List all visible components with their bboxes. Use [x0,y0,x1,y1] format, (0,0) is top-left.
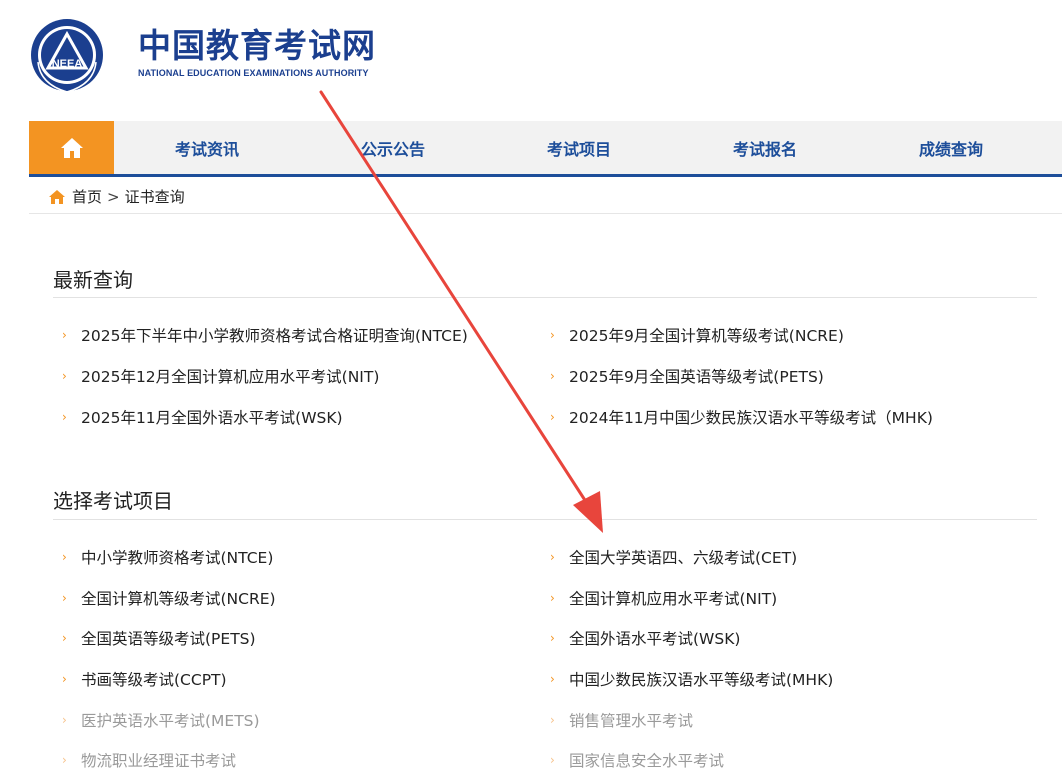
nav-home-button[interactable] [29,121,114,174]
latest-link-nit[interactable]: › 2025年12月全国计算机应用水平考试(NIT) [62,365,379,387]
chevron-right-icon: › [550,713,555,727]
select-section-divider [53,519,1037,520]
breadcrumb-divider [29,213,1062,214]
nav-item-exam-projects[interactable]: 考试项目 [486,121,672,174]
latest-section-divider [53,297,1037,298]
exam-link-ccpt[interactable]: › 书画等级考试(CCPT) [62,668,227,690]
chevron-right-icon: › [62,591,67,605]
nav-item-score-query[interactable]: 成绩查询 [858,121,1044,174]
home-icon [60,137,83,158]
exam-link-logistics-manager[interactable]: › 物流职业经理证书考试 [62,749,236,771]
latest-link-ncre[interactable]: › 2025年9月全国计算机等级考试(NCRE) [550,324,844,346]
exam-link-wsk[interactable]: › 全国外语水平考试(WSK) [550,627,740,649]
nav-item-registration[interactable]: 考试报名 [672,121,858,174]
chevron-right-icon: › [62,550,67,564]
nav-item-announcements[interactable]: 公示公告 [300,121,486,174]
latest-link-wsk[interactable]: › 2025年11月全国外语水平考试(WSK) [62,406,343,428]
chevron-right-icon: › [550,328,555,342]
chevron-right-icon: › [550,631,555,645]
breadcrumb-home-icon [49,189,65,204]
chevron-right-icon: › [62,631,67,645]
chevron-right-icon: › [550,753,555,767]
exam-link-pets[interactable]: › 全国英语等级考试(PETS) [62,627,256,649]
chevron-right-icon: › [62,410,67,424]
chevron-right-icon: › [62,369,67,383]
exam-link-cet[interactable]: › 全国大学英语四、六级考试(CET) [550,546,797,568]
select-section-title: 选择考试项目 [53,489,173,513]
chevron-right-icon: › [550,550,555,564]
breadcrumb-separator: > [107,187,120,206]
site-header: NEEA 中国教育考试网 NATIONAL EDUCATION EXAMINAT… [0,0,1062,118]
chevron-right-icon: › [62,328,67,342]
chevron-right-icon: › [550,591,555,605]
chevron-right-icon: › [62,753,67,767]
exam-link-ncre[interactable]: › 全国计算机等级考试(NCRE) [62,587,276,609]
latest-link-mhk[interactable]: › 2024年11月中国少数民族汉语水平等级考试（MHK) [550,406,933,428]
nav-item-news[interactable]: 考试资讯 [114,121,300,174]
exam-link-ntce[interactable]: › 中小学教师资格考试(NTCE) [62,546,273,568]
site-logo-title[interactable]: 中国教育考试网 [138,26,376,66]
site-logo-subtitle: NATIONAL EDUCATION EXAMINATIONS AUTHORIT… [138,68,369,78]
latest-section-title: 最新查询 [53,268,133,292]
exam-link-mets[interactable]: › 医护英语水平考试(METS) [62,709,260,731]
chevron-right-icon: › [550,410,555,424]
emblem-text: NEEA [52,58,83,70]
exam-link-mhk[interactable]: › 中国少数民族汉语水平等级考试(MHK) [550,668,833,690]
chevron-right-icon: › [550,369,555,383]
breadcrumb-home-link[interactable]: 首页 [72,186,102,207]
exam-link-nit[interactable]: › 全国计算机应用水平考试(NIT) [550,587,777,609]
chevron-right-icon: › [550,672,555,686]
chevron-right-icon: › [62,672,67,686]
breadcrumb-current: 证书查询 [124,188,185,206]
latest-link-ntce[interactable]: › 2025年下半年中小学教师资格考试合格证明查询(NTCE) [62,324,468,346]
latest-link-pets[interactable]: › 2025年9月全国英语等级考试(PETS) [550,365,824,387]
exam-link-info-security[interactable]: › 国家信息安全水平考试 [550,749,724,771]
chevron-right-icon: › [62,713,67,727]
neea-emblem-icon[interactable]: NEEA [30,12,104,98]
main-nav: 考试资讯 公示公告 考试项目 考试报名 成绩查询 [29,121,1062,177]
exam-link-sales-management[interactable]: › 销售管理水平考试 [550,709,693,731]
breadcrumb: 首页 > 证书查询 [48,186,185,207]
